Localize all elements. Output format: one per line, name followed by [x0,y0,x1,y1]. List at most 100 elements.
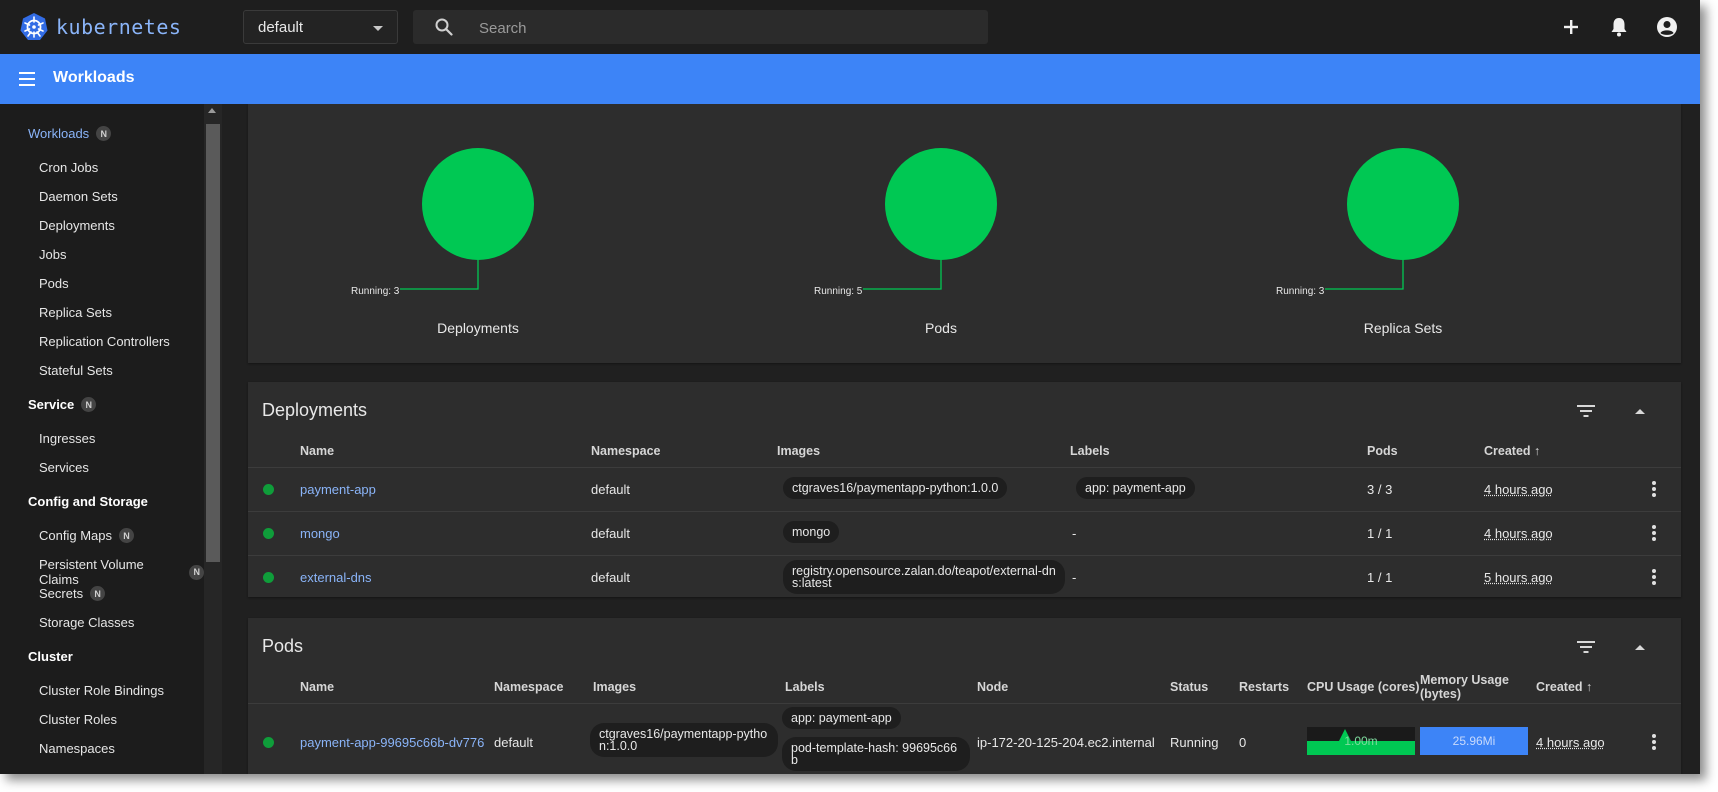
deployment-name-link[interactable]: external-dns [300,570,372,585]
pod-namespace: default [494,735,534,750]
namespace-value: default [258,19,304,36]
filter-icon [1577,405,1595,417]
deployment-name-link[interactable]: payment-app [300,482,376,497]
namespace-select[interactable]: default [243,10,398,44]
sidebar-scrollbar-thumb[interactable] [206,124,220,562]
create-button[interactable] [1558,14,1584,40]
more-vert-icon[interactable] [1652,525,1656,541]
pod-name-link[interactable]: payment-app-99695c66b-dv776 [300,735,484,750]
chevron-up-icon [1635,645,1645,650]
sort-ascending-icon: ↑ [1534,444,1541,458]
replica-sets-leader-line [1325,260,1404,290]
sidebar-item-label: Replication Controllers [39,334,170,349]
page-title: Workloads [53,69,135,86]
col-node[interactable]: Node [977,680,1008,694]
sidebar-section-cluster[interactable]: Cluster [28,649,73,664]
replica-sets-status-pie [1325,148,1459,290]
col-memory-usage: Memory Usage (bytes) [1420,673,1509,701]
logo[interactable]: kubernetes [19,12,181,42]
deployment-name-link[interactable]: mongo [300,526,340,541]
deployment-pods: 1 / 1 [1367,570,1393,585]
sidebar-item-ingresses[interactable]: Ingresses [39,431,95,446]
pod-created: 4 hours ago [1536,735,1605,750]
sidebar-item-cluster-role-bindings[interactable]: Cluster Role Bindings [39,683,164,698]
sidebar-item-storage-classes[interactable]: Storage Classes [39,615,134,630]
col-namespace[interactable]: Namespace [494,680,564,694]
pods-status-pie [863,148,997,290]
sort-ascending-icon: ↑ [1586,680,1593,694]
col-namespace[interactable]: Namespace [591,444,661,458]
col-labels: Labels [1070,444,1110,458]
sidebar-item-config-maps[interactable]: Config Maps N [39,528,134,543]
memory-sparkline: 25.96Mi [1420,727,1528,755]
sidebar-item-label: Replica Sets [39,305,112,320]
more-vert-icon[interactable] [1652,481,1656,497]
deployments-card-actions [1575,400,1651,422]
image-chip: mongo [783,521,840,543]
sidebar-item-label: Namespaces [39,741,115,756]
brand-name: kubernetes [56,15,182,39]
pod-node: ip-172-20-125-204.ec2.internal [977,735,1155,750]
col-created[interactable]: Created ↑ [1484,444,1540,458]
status-ok-icon [263,737,274,748]
namespaced-badge: N [189,564,204,580]
account-circle-icon [1657,17,1677,37]
more-vert-icon[interactable] [1652,734,1656,750]
sidebar-item-namespaces[interactable]: Namespaces [39,741,115,756]
col-status[interactable]: Status [1170,680,1208,694]
chevron-down-icon [373,26,383,31]
sidebar-section-config-and-storage[interactable]: Config and Storage [28,494,148,509]
sidebar-item-label: Storage Classes [39,615,135,630]
sidebar-item-deployments[interactable]: Deployments [39,218,115,233]
pods-running-slice [885,148,997,260]
sidebar-item-label: Config Maps [39,528,112,543]
account-button[interactable] [1654,14,1680,40]
sidebar-item-label: Stateful Sets [39,363,113,378]
sidebar-item-secrets[interactable]: Secrets N [39,586,106,601]
more-vert-icon[interactable] [1652,569,1656,585]
cpu-usage-value: 1.00m [1344,734,1378,748]
sidebar-item-persistent-volume-claims[interactable]: Persistent Volume Claims N [39,557,204,587]
sidebar-section-label: Cluster [28,649,73,664]
col-pods: Pods [1367,444,1398,458]
sidebar-section-service[interactable]: Service N [28,397,97,412]
search-bar[interactable] [413,10,988,46]
sidebar-item-cluster-roles[interactable]: Cluster Roles [39,712,117,727]
col-name[interactable]: Name [300,680,334,694]
deployment-created: 5 hours ago [1484,570,1553,585]
deployment-labels: - [1072,526,1077,541]
deployments-filter-button[interactable] [1575,400,1597,422]
col-created[interactable]: Created ↑ [1536,680,1592,694]
sidebar-item-pods[interactable]: Pods [39,276,69,291]
sidebar-section-workloads[interactable]: Workloads N [28,126,112,141]
deployment-pods: 1 / 1 [1367,526,1393,541]
sidebar: Workloads N Cron Jobs Daemon Sets Deploy… [0,104,222,774]
sidebar-item-replication-controllers[interactable]: Replication Controllers [39,334,170,349]
col-restarts[interactable]: Restarts [1239,680,1289,694]
namespaced-badge: N [81,397,97,412]
sidebar-item-cron-jobs[interactable]: Cron Jobs [39,160,98,175]
col-cpu-usage: CPU Usage (cores) [1307,680,1420,694]
sidebar-item-jobs[interactable]: Jobs [39,247,66,262]
pods-collapse-button[interactable] [1629,636,1651,658]
deployment-labels: - [1072,570,1077,585]
sidebar-item-stateful-sets[interactable]: Stateful Sets [39,363,113,378]
search-input[interactable] [477,10,971,46]
notifications-button[interactable] [1606,14,1632,40]
pods-filter-button[interactable] [1575,636,1597,658]
status-ok-icon [263,572,274,583]
sidebar-item-services[interactable]: Services [39,460,89,475]
status-ok-icon [263,484,274,495]
image-chip: ctgraves16/paymentapp-python:1.0.0 [590,723,778,757]
scroll-up-icon[interactable] [208,108,216,113]
sidebar-item-daemon-sets[interactable]: Daemon Sets [39,189,118,204]
deployment-namespace: default [591,570,631,585]
sidebar-item-label: Pods [39,276,69,291]
deployments-table-header: Name Namespace Images Labels Pods Create… [248,425,1681,468]
namespaced-badge: N [118,528,134,543]
deployments-collapse-button[interactable] [1629,400,1651,422]
sidebar-item-replica-sets[interactable]: Replica Sets [39,305,112,320]
col-name[interactable]: Name [300,444,334,458]
menu-icon[interactable] [18,70,38,88]
deployment-created: 4 hours ago [1484,482,1553,497]
